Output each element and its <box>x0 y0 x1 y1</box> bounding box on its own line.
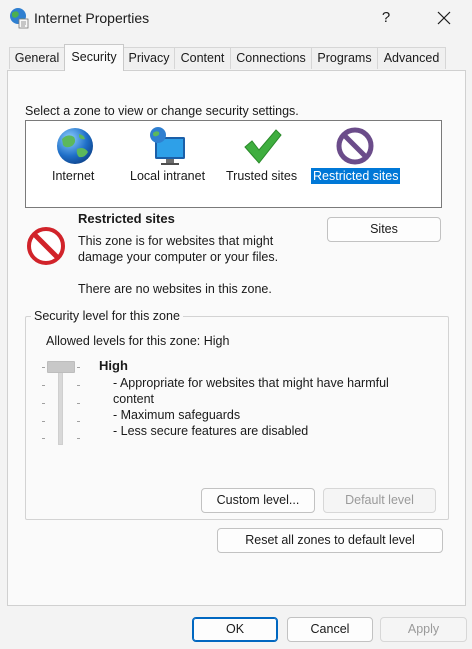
help-button[interactable]: ? <box>366 4 406 32</box>
zone-prompt: Select a zone to view or change security… <box>25 104 299 118</box>
window-title: Internet Properties <box>34 10 150 26</box>
no-entry-icon <box>27 227 65 265</box>
tab-privacy[interactable]: Privacy <box>123 47 175 69</box>
slider-tick <box>42 403 45 404</box>
zone-label: Restricted sites <box>311 168 401 184</box>
slider-tick <box>77 367 80 368</box>
internet-properties-icon <box>10 8 29 29</box>
zone-label: Local intranet <box>130 169 206 183</box>
slider-thumb[interactable] <box>47 361 75 373</box>
close-icon <box>437 11 451 25</box>
restricted-icon <box>336 127 374 165</box>
slider-tick <box>77 438 80 439</box>
zone-local-intranet[interactable]: Local intranet <box>126 121 210 209</box>
slider-tick <box>42 421 45 422</box>
zone-sites-status: There are no websites in this zone. <box>78 282 272 296</box>
zone-internet[interactable]: Internet <box>44 121 104 209</box>
sites-button[interactable]: Sites <box>327 217 441 242</box>
title-bar: Internet Properties ? <box>0 0 472 38</box>
security-level-name: High <box>99 358 128 373</box>
checkmark-icon <box>244 129 282 164</box>
slider-tick <box>42 438 45 439</box>
custom-level-button[interactable]: Custom level... <box>201 488 315 513</box>
tab-content[interactable]: Content <box>174 47 231 69</box>
tab-programs[interactable]: Programs <box>311 47 378 69</box>
zone-label: Internet <box>52 169 95 183</box>
allowed-levels: Allowed levels for this zone: High <box>46 334 230 348</box>
tab-security[interactable]: Security <box>64 44 124 71</box>
slider-tick <box>42 385 45 386</box>
zone-trusted-sites[interactable]: Trusted sites <box>223 121 301 209</box>
zone-list: Internet Local intranet Trusted sites Re… <box>25 120 442 208</box>
slider-tick <box>77 403 80 404</box>
globe-icon <box>57 128 93 164</box>
ok-button[interactable]: OK <box>192 617 278 642</box>
group-legend: Security level for this zone <box>31 309 183 323</box>
default-level-button[interactable]: Default level <box>323 488 436 513</box>
slider-tick <box>77 421 80 422</box>
cancel-button[interactable]: Cancel <box>287 617 373 642</box>
zone-description: damage your computer or your files. <box>78 250 279 264</box>
level-description-line: - Appropriate for websites that might ha… <box>113 376 389 390</box>
slider-tick <box>42 367 45 368</box>
zone-label: Trusted sites <box>226 169 298 183</box>
zone-title: Restricted sites <box>78 211 175 226</box>
tab-connections[interactable]: Connections <box>230 47 312 69</box>
level-description-line: - Maximum safeguards <box>113 408 241 422</box>
zone-restricted-sites[interactable]: Restricted sites <box>310 121 402 209</box>
level-description-line: content <box>113 392 155 406</box>
zone-description: This zone is for websites that might <box>78 234 274 248</box>
intranet-icon <box>150 127 185 165</box>
slider-tick <box>77 385 80 386</box>
apply-button[interactable]: Apply <box>380 617 467 642</box>
security-level-slider[interactable] <box>58 367 63 445</box>
tab-general[interactable]: General <box>9 47 65 69</box>
tab-advanced[interactable]: Advanced <box>377 47 446 69</box>
level-description-line: - Less secure features are disabled <box>113 424 309 438</box>
close-button[interactable] <box>424 4 464 32</box>
reset-all-zones-button[interactable]: Reset all zones to default level <box>217 528 443 553</box>
